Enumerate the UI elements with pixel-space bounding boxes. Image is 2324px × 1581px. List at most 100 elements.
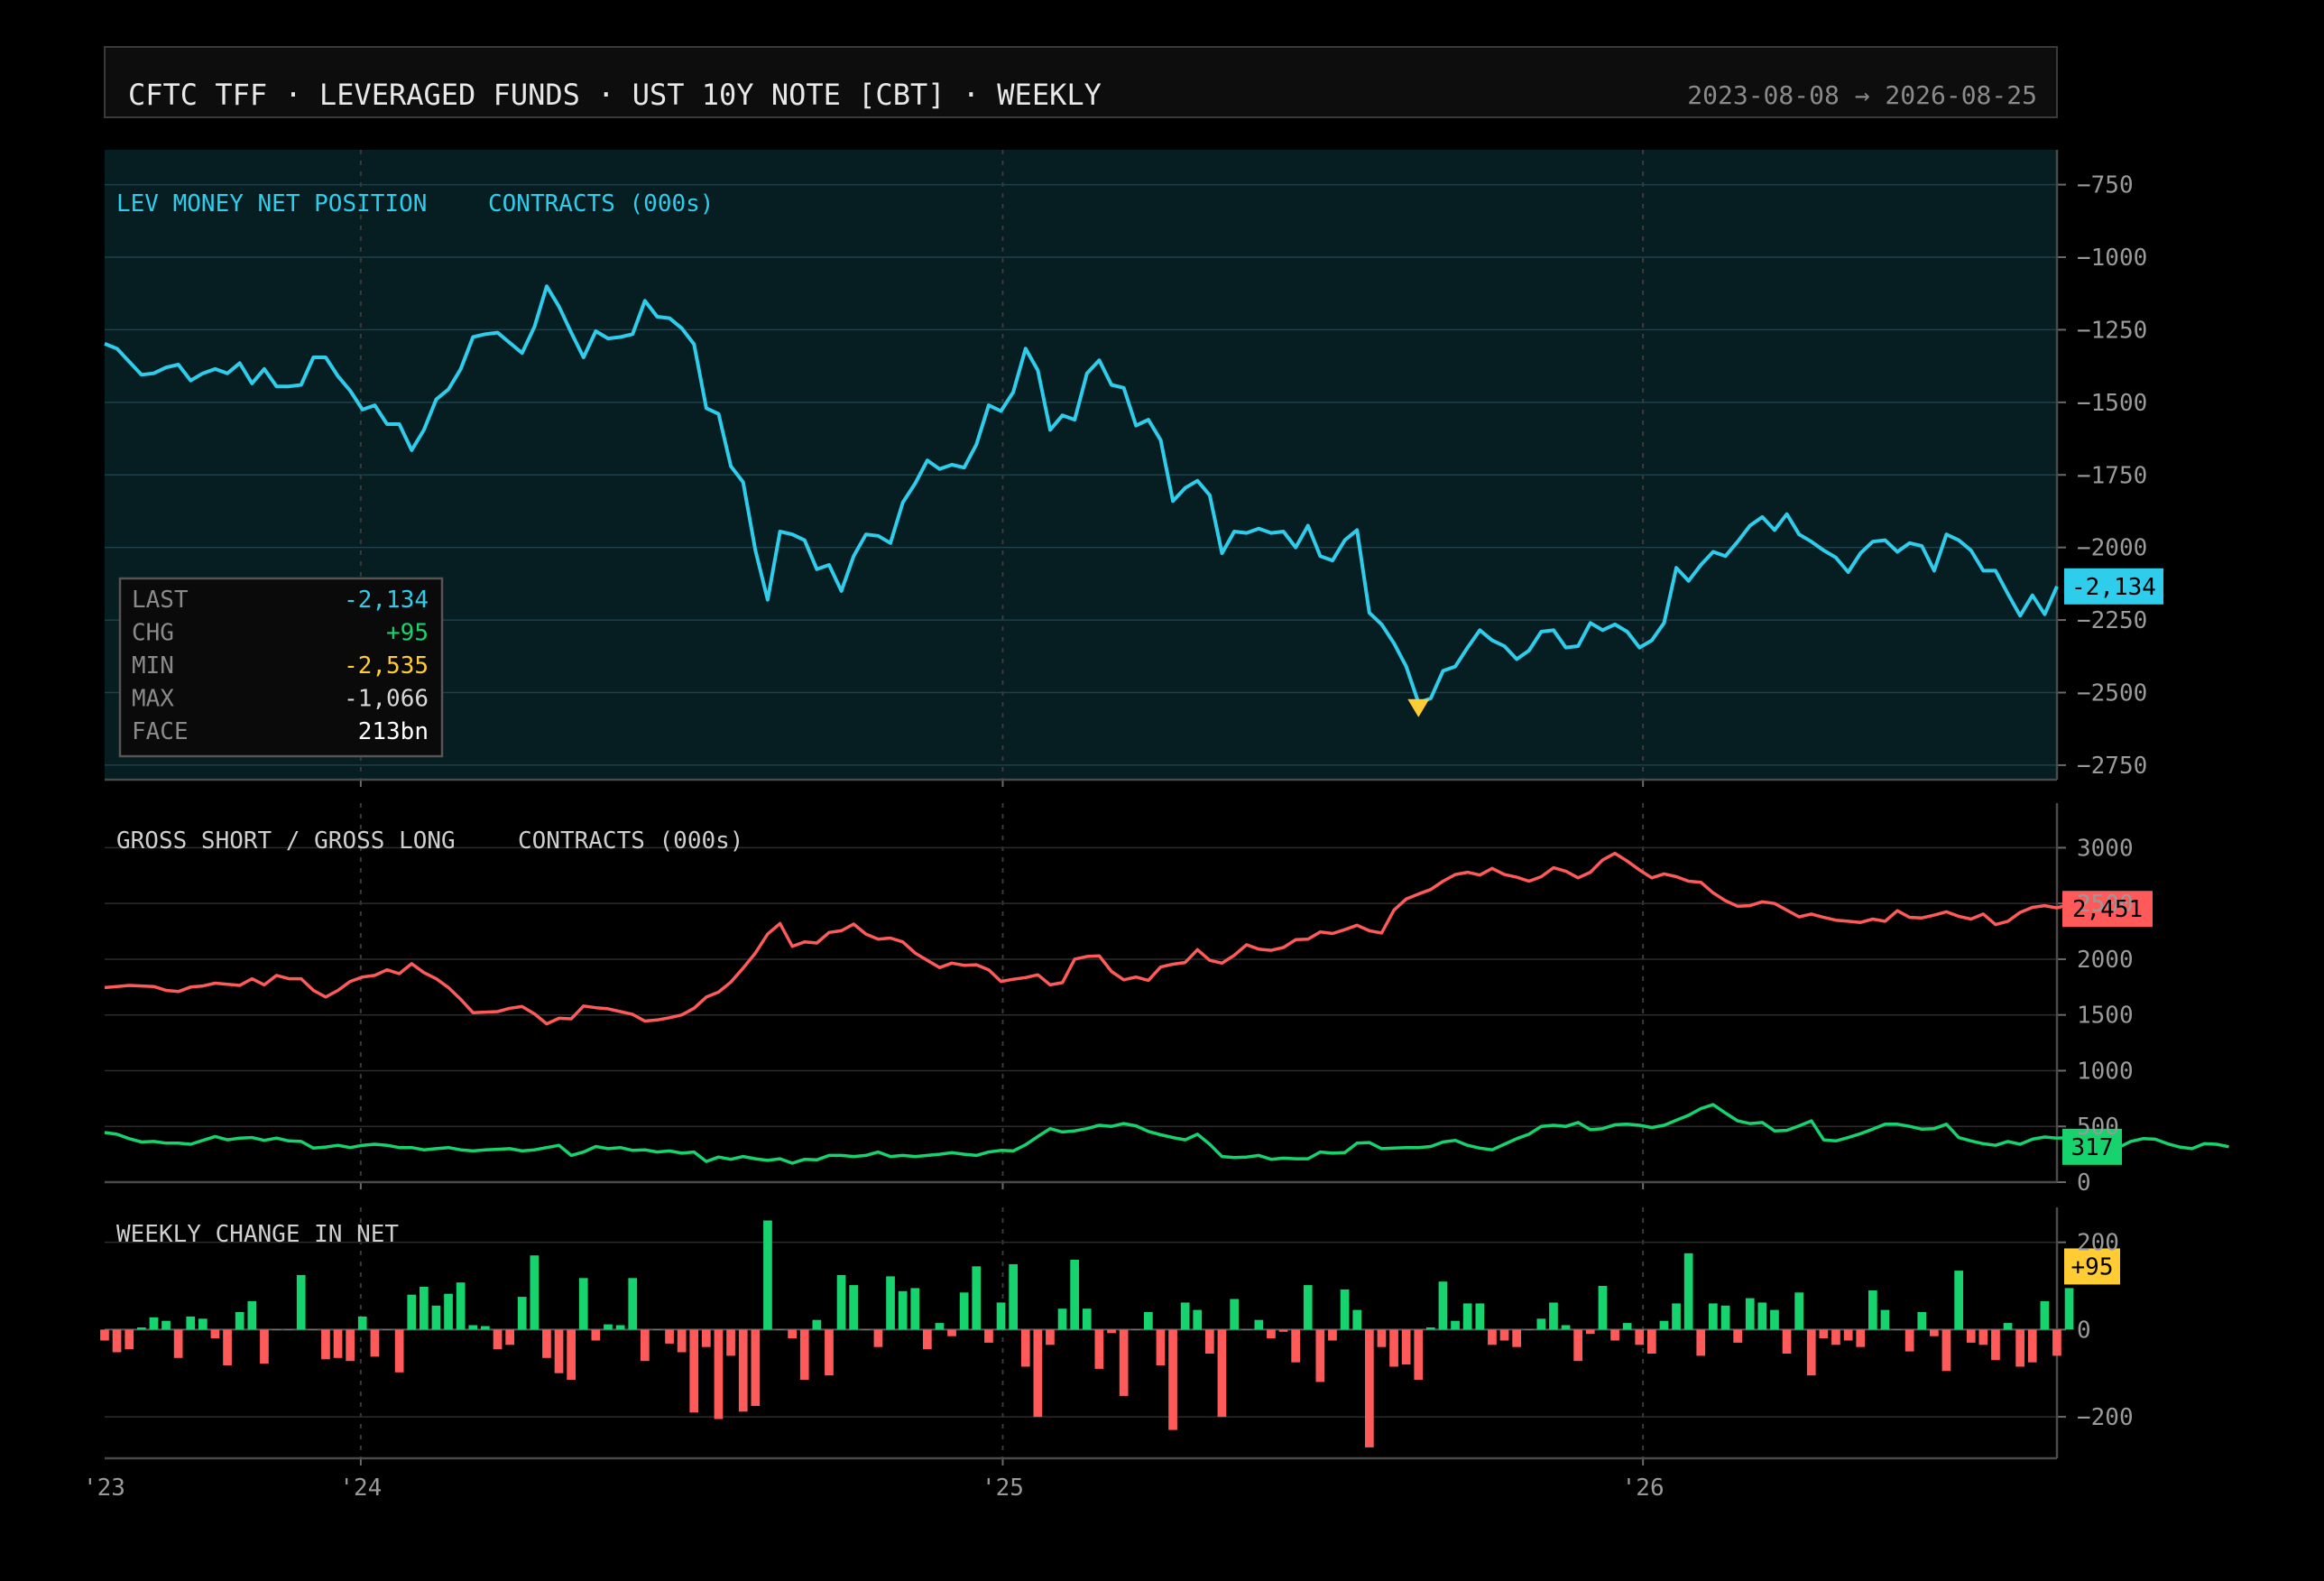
weekly-change-bar bbox=[1254, 1319, 1264, 1330]
weekly-change-bar bbox=[357, 1316, 367, 1330]
stats-value-min: -2,535 bbox=[344, 652, 429, 680]
weekly-change-bar bbox=[444, 1293, 453, 1330]
weekly-change-bar bbox=[210, 1329, 220, 1339]
weekly-change-bar bbox=[346, 1329, 355, 1362]
change-last-badge-label: +95 bbox=[2071, 1253, 2114, 1281]
stats-value-face: 213bn bbox=[358, 718, 429, 745]
weekly-change-bar bbox=[1941, 1329, 1951, 1372]
weekly-change-bar bbox=[2040, 1300, 2050, 1330]
weekly-change-bar bbox=[1659, 1320, 1669, 1330]
weekly-change-bar bbox=[1709, 1303, 1718, 1330]
weekly-change-bar bbox=[972, 1266, 982, 1330]
weekly-change-bar bbox=[1156, 1329, 1166, 1365]
weekly-change-bar bbox=[604, 1324, 613, 1330]
y-tick-label: −2250 bbox=[2077, 607, 2147, 634]
weekly-change-bar bbox=[923, 1329, 932, 1350]
weekly-change-bar bbox=[137, 1327, 146, 1330]
weekly-change-bar bbox=[1930, 1329, 1939, 1336]
change-panel-title: WEEKLY CHANGE IN NET bbox=[116, 1221, 399, 1248]
weekly-change-bar bbox=[1598, 1286, 1608, 1330]
weekly-change-bar bbox=[309, 1329, 318, 1330]
y-tick-label: −1500 bbox=[2077, 390, 2147, 417]
weekly-change-bar bbox=[370, 1329, 380, 1357]
weekly-change-bar bbox=[505, 1329, 514, 1345]
weekly-change-bar bbox=[1966, 1329, 1976, 1343]
weekly-change-bar bbox=[1720, 1305, 1730, 1330]
weekly-change-bar bbox=[1904, 1329, 1914, 1352]
weekly-change-bar bbox=[100, 1329, 109, 1341]
net-panel-unit: CONTRACTS (000s) bbox=[488, 190, 714, 217]
weekly-change-bar bbox=[1070, 1260, 1079, 1330]
weekly-change-bar bbox=[1880, 1309, 1890, 1330]
weekly-change-bar bbox=[641, 1329, 650, 1362]
weekly-change-bar bbox=[775, 1329, 785, 1330]
weekly-change-bar bbox=[1745, 1298, 1755, 1330]
weekly-change-bar bbox=[849, 1285, 858, 1330]
weekly-change-bar bbox=[898, 1290, 908, 1330]
weekly-change-bar bbox=[1991, 1329, 2000, 1361]
y-tick-label: 0 bbox=[2077, 1170, 2091, 1197]
weekly-change-bar bbox=[1180, 1302, 1190, 1330]
x-tick-label: '26 bbox=[1622, 1475, 1665, 1502]
weekly-change-bar bbox=[1241, 1329, 1251, 1330]
weekly-change-bar bbox=[149, 1317, 159, 1330]
weekly-change-bar bbox=[198, 1318, 208, 1330]
x-tick-label: '24 bbox=[339, 1475, 382, 1502]
weekly-change-bar bbox=[1868, 1290, 1877, 1330]
weekly-change-bar bbox=[420, 1287, 429, 1330]
weekly-change-bar bbox=[1217, 1329, 1227, 1418]
weekly-change-bar bbox=[481, 1326, 490, 1330]
weekly-change-bar bbox=[2052, 1329, 2061, 1356]
weekly-change-bar bbox=[1020, 1329, 1030, 1367]
weekly-change-bar bbox=[1806, 1329, 1816, 1376]
stats-label-last: LAST bbox=[132, 587, 189, 614]
weekly-change-bar bbox=[1365, 1329, 1374, 1447]
weekly-change-bar bbox=[1524, 1329, 1534, 1330]
weekly-change-bar bbox=[1954, 1271, 1963, 1330]
weekly-change-bar bbox=[235, 1312, 244, 1330]
weekly-change-bar bbox=[652, 1329, 662, 1330]
weekly-change-bar bbox=[284, 1329, 293, 1330]
net-last-badge-label: -2,134 bbox=[2071, 574, 2156, 601]
weekly-change-bar bbox=[1622, 1323, 1632, 1330]
weekly-change-bar bbox=[1770, 1309, 1779, 1330]
y-tick-label: 1000 bbox=[2077, 1058, 2134, 1085]
weekly-change-bar bbox=[407, 1294, 417, 1330]
y-tick-label: −1750 bbox=[2077, 462, 2147, 489]
weekly-change-bar bbox=[1205, 1329, 1214, 1354]
weekly-change-bar bbox=[1819, 1329, 1829, 1339]
y-tick-label: 200 bbox=[2077, 1230, 2119, 1257]
date-range: 2023-08-08 → 2026-08-25 bbox=[1687, 80, 2037, 110]
gross-panel-unit: CONTRACTS (000s) bbox=[518, 827, 743, 855]
weekly-change-bar bbox=[1438, 1281, 1448, 1330]
weekly-change-bar bbox=[1585, 1329, 1595, 1335]
weekly-change-bar bbox=[1144, 1312, 1153, 1330]
y-tick-label: 3000 bbox=[2077, 835, 2134, 862]
gross-short-line bbox=[104, 851, 2107, 1026]
y-tick-label: 1500 bbox=[2077, 1003, 2134, 1030]
weekly-change-bar bbox=[1267, 1329, 1276, 1339]
weekly-change-bar bbox=[862, 1329, 871, 1330]
weekly-change-bar bbox=[1843, 1329, 1853, 1341]
weekly-change-bar bbox=[554, 1329, 564, 1373]
weekly-change-bar bbox=[1647, 1329, 1656, 1354]
weekly-change-bar bbox=[1831, 1329, 1840, 1345]
weekly-change-bar bbox=[173, 1329, 183, 1358]
weekly-change-bar bbox=[1131, 1329, 1141, 1330]
weekly-change-bar bbox=[1635, 1329, 1645, 1345]
weekly-change-bar bbox=[247, 1300, 257, 1330]
weekly-change-bar bbox=[1315, 1329, 1325, 1382]
gross-long-line bbox=[104, 1103, 2229, 1165]
weekly-change-bar bbox=[935, 1323, 945, 1330]
weekly-change-bar bbox=[910, 1288, 920, 1330]
weekly-change-bar bbox=[702, 1329, 711, 1347]
weekly-change-bar bbox=[112, 1329, 122, 1353]
weekly-change-bar bbox=[1794, 1292, 1803, 1330]
weekly-change-bar bbox=[1893, 1329, 1902, 1330]
weekly-change-bar bbox=[1303, 1285, 1313, 1330]
y-tick-label: −750 bbox=[2077, 172, 2134, 199]
weekly-change-bar bbox=[1917, 1312, 1927, 1330]
weekly-change-bar bbox=[1340, 1289, 1350, 1330]
weekly-change-bar bbox=[1462, 1303, 1472, 1330]
weekly-change-bar bbox=[1401, 1329, 1411, 1365]
